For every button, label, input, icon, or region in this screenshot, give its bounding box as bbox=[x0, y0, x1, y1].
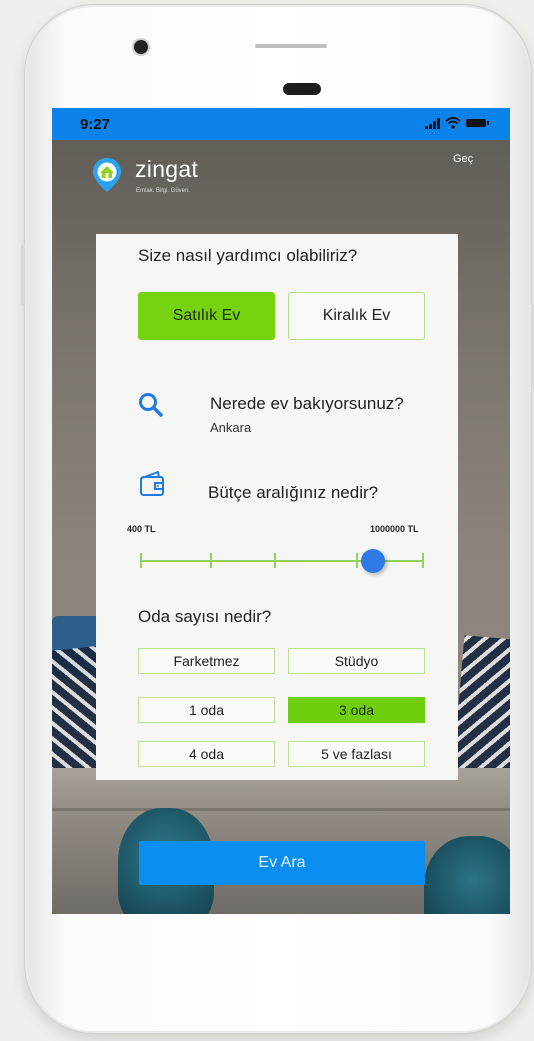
status-icons bbox=[425, 117, 489, 129]
card-title: Size nasıl yardımcı olabiliriz? bbox=[138, 246, 358, 265]
slider-tick bbox=[140, 553, 142, 568]
for-sale-button[interactable]: Satılık Ev bbox=[138, 292, 275, 340]
search-homes-button[interactable]: Ev Ara bbox=[139, 841, 425, 885]
search-icon bbox=[139, 393, 163, 417]
room-option-5plus[interactable]: 5 ve fazlası bbox=[288, 741, 425, 767]
zingat-logo-icon bbox=[93, 158, 121, 192]
background-sofa-seam bbox=[52, 808, 510, 811]
status-bar: 9:27 bbox=[52, 108, 510, 140]
app-screen: 9:27 zingat Emlak. Bilgi. Güven. Geç Siz… bbox=[52, 108, 510, 914]
room-option-3[interactable]: 3 oda bbox=[288, 697, 425, 723]
search-card: Size nasıl yardımcı olabiliriz? Satılık … bbox=[96, 234, 458, 780]
location-value[interactable]: Ankara bbox=[210, 420, 251, 435]
earpiece-speaker bbox=[255, 44, 327, 48]
budget-slider[interactable] bbox=[140, 546, 424, 576]
room-option-any[interactable]: Farketmez bbox=[138, 648, 275, 674]
slider-tick bbox=[422, 553, 424, 568]
battery-icon bbox=[466, 119, 489, 127]
budget-min-label: 400 TL bbox=[127, 524, 156, 534]
room-option-4[interactable]: 4 oda bbox=[138, 741, 275, 767]
logo-wordmark: zingat bbox=[135, 156, 199, 182]
wifi-icon bbox=[445, 117, 461, 129]
wallet-icon bbox=[140, 471, 164, 496]
volume-button bbox=[21, 245, 25, 305]
rooms-question: Oda sayısı nedir? bbox=[138, 607, 272, 626]
proximity-sensor bbox=[283, 83, 321, 95]
front-camera bbox=[134, 40, 148, 54]
room-option-1[interactable]: 1 oda bbox=[138, 697, 275, 723]
slider-tick bbox=[274, 553, 276, 568]
slider-tick bbox=[210, 553, 212, 568]
budget-max-label: 1000000 TL bbox=[370, 524, 419, 534]
budget-question: Bütçe aralığınız nedir? bbox=[208, 483, 379, 502]
signal-icon bbox=[425, 117, 440, 129]
skip-link[interactable]: Geç bbox=[453, 153, 473, 165]
location-question[interactable]: Nerede ev bakıyorsunuz? bbox=[210, 394, 404, 414]
room-option-studio[interactable]: Stüdyo bbox=[288, 648, 425, 674]
slider-thumb[interactable] bbox=[360, 549, 385, 573]
status-time: 9:27 bbox=[80, 116, 111, 133]
logo-tagline: Emlak. Bilgi. Güven. bbox=[136, 188, 191, 194]
for-rent-button[interactable]: Kiralık Ev bbox=[288, 292, 425, 340]
slider-tick bbox=[356, 553, 358, 568]
